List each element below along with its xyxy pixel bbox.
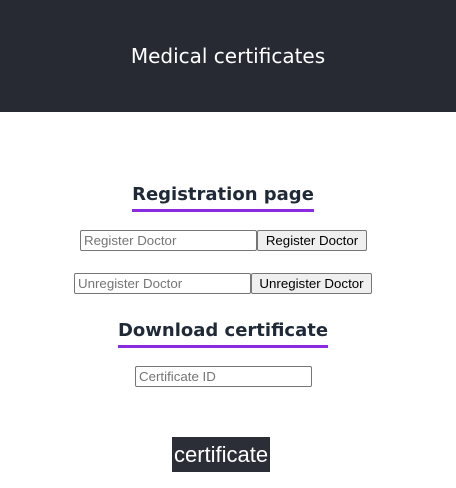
registration-title-wrapper: Registration page: [0, 183, 446, 212]
unregister-doctor-input[interactable]: [74, 273, 251, 294]
certificate-button[interactable]: certificate: [172, 437, 271, 472]
registration-title: Registration page: [132, 183, 314, 212]
unregister-doctor-button[interactable]: Unregister Doctor: [251, 273, 372, 294]
download-title-wrapper: Download certificate: [0, 319, 446, 348]
register-doctor-input[interactable]: [80, 230, 257, 251]
header-title: Medical certificates: [130, 44, 326, 68]
register-doctor-button[interactable]: Register Doctor: [257, 230, 367, 251]
download-title: Download certificate: [117, 319, 329, 348]
page-header: Medical certificates: [0, 0, 456, 112]
certificate-id-input[interactable]: [135, 366, 312, 387]
page: Medical certificates Registration page R…: [0, 0, 456, 488]
